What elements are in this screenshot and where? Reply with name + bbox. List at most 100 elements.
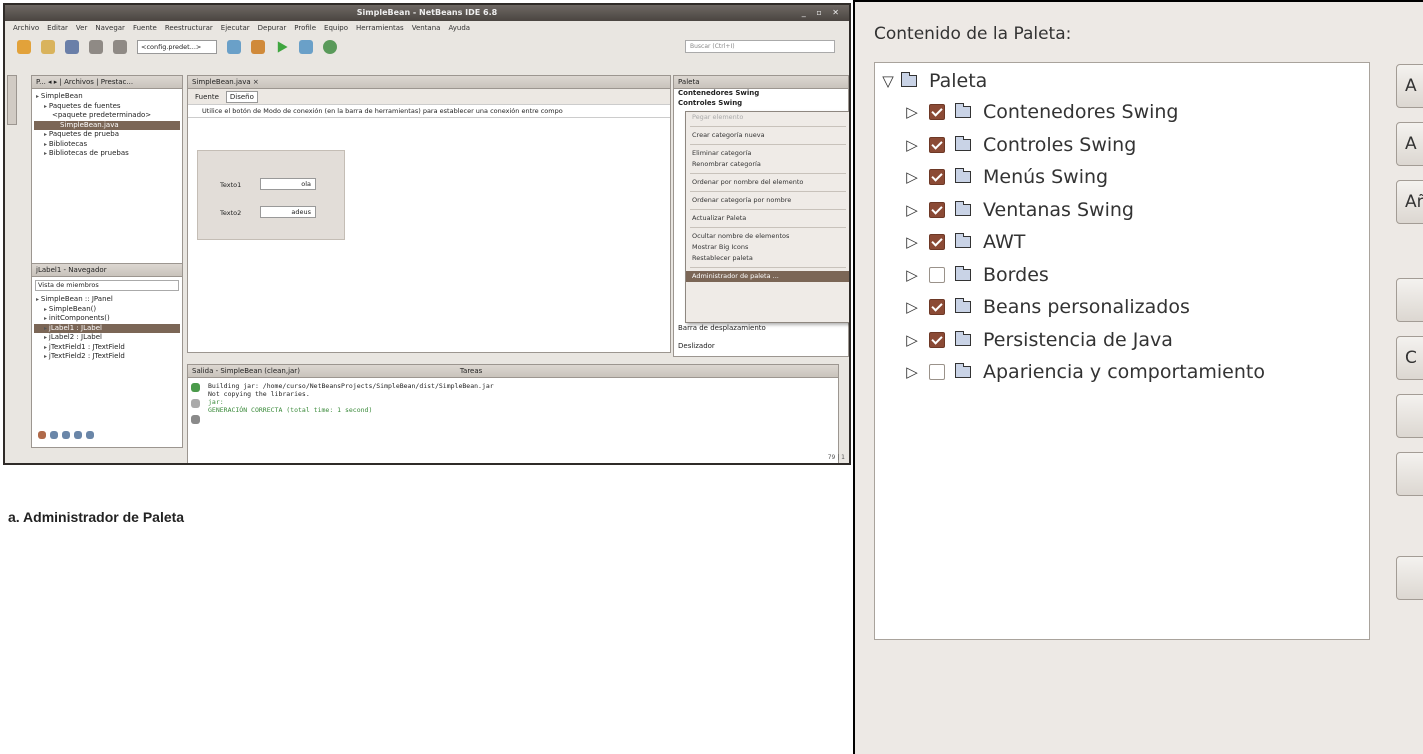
category-checkbox[interactable] (929, 201, 945, 218)
project-tree-node[interactable]: ▸ Paquetes de fuentes (34, 102, 180, 112)
palette-category-node[interactable]: ▷ Persistencia de Java (903, 327, 1173, 353)
output-title[interactable]: Salida - SimpleBean (clean,jar) (192, 365, 300, 377)
category-checkbox[interactable] (929, 169, 945, 185)
menu-item[interactable]: Navegar (95, 22, 125, 34)
dialog-side-button[interactable] (1396, 452, 1423, 496)
menu-item[interactable]: Reestructurar (165, 22, 213, 34)
project-tree-node[interactable]: ▸ Paquetes de prueba (34, 130, 180, 140)
navigator-tree-node[interactable]: ▸ jLabel2 : JLabel (34, 333, 180, 343)
category-checkbox[interactable] (929, 234, 945, 250)
category-checkbox[interactable] (929, 331, 945, 348)
debug-icon[interactable] (299, 40, 313, 54)
context-menu-item[interactable]: Eliminar categoría (686, 148, 849, 159)
palette-category-node[interactable]: ▷ Ventanas Swing (903, 197, 1134, 223)
palette-category[interactable]: Contenedores Swing (674, 89, 848, 99)
collapsed-triangle-icon[interactable]: ▷ (903, 363, 921, 381)
context-menu-item[interactable]: Crear categoría nueva (686, 130, 849, 141)
palette-category-node[interactable]: ▷ Contenedores Swing (903, 99, 1178, 125)
project-tree-node[interactable]: SimpleBean.java (34, 120, 180, 130)
dialog-side-button[interactable] (1396, 394, 1423, 438)
dialog-side-button[interactable] (1396, 556, 1423, 600)
menu-item[interactable]: Archivo (13, 22, 39, 34)
redo-icon[interactable] (113, 40, 127, 54)
palette-category-node[interactable]: ▷ AWT (903, 229, 1025, 255)
navigator-tree-node[interactable]: ▸ initComponents() (34, 314, 180, 324)
save-icon[interactable] (65, 40, 79, 54)
category-checkbox[interactable] (929, 104, 945, 120)
design-tab[interactable]: Diseño (225, 90, 258, 103)
collapsed-triangle-icon[interactable]: ▷ (903, 266, 921, 284)
dialog-side-button[interactable]: A (1396, 122, 1423, 166)
textfield-1[interactable]: ola (260, 178, 316, 190)
menu-item[interactable]: Profile (294, 22, 316, 34)
label-texto2[interactable]: Texto2 (220, 209, 241, 217)
project-tree-node[interactable]: ▸ SimpleBean (34, 92, 180, 102)
run-icon[interactable] (277, 41, 288, 53)
editor-tab[interactable]: SimpleBean.java × (188, 76, 670, 89)
menu-item[interactable]: Ejecutar (221, 22, 250, 34)
project-tree-node[interactable]: <paquete predeterminado> (34, 111, 180, 121)
expanded-triangle-icon[interactable]: ▽ (879, 72, 897, 90)
project-tree-node[interactable]: ▸ Bibliotecas de pruebas (34, 149, 180, 159)
stop-icon[interactable] (191, 399, 200, 408)
collapsed-triangle-icon[interactable]: ▷ (903, 298, 921, 316)
dialog-side-button[interactable]: Añ (1396, 180, 1423, 224)
undo-icon[interactable] (89, 40, 103, 54)
side-strip[interactable] (7, 75, 17, 125)
palette-item[interactable]: Deslizador (678, 342, 715, 352)
menu-item[interactable]: Equipo (324, 22, 348, 34)
source-tab[interactable]: Fuente (192, 92, 222, 102)
clean-build-icon[interactable] (251, 40, 265, 54)
textfield-2[interactable]: adeus (260, 206, 316, 218)
category-checkbox[interactable] (929, 299, 945, 315)
menu-item[interactable]: Editar (47, 22, 68, 34)
filter-icon[interactable] (38, 431, 46, 439)
window-controls[interactable]: _ ▫ ✕ (802, 5, 843, 21)
filter-icon[interactable] (62, 431, 70, 439)
context-menu-item[interactable]: Actualizar Paleta (686, 213, 849, 224)
filter-icon[interactable] (74, 431, 82, 439)
context-menu-item[interactable]: Mostrar Big Icons (686, 242, 849, 253)
palette-category-node[interactable]: ▷ Beans personalizados (903, 294, 1190, 320)
navigator-tree-node[interactable]: ▸ jTextField2 : JTextField (34, 352, 180, 362)
dialog-side-button[interactable]: C (1396, 336, 1423, 380)
open-project-icon[interactable] (41, 40, 55, 54)
filter-icon[interactable] (86, 431, 94, 439)
palette-category[interactable]: Controles Swing (674, 99, 848, 109)
collapsed-triangle-icon[interactable]: ▷ (903, 103, 921, 121)
context-menu-item[interactable]: Pegar elemento (686, 112, 849, 123)
category-checkbox[interactable] (929, 266, 945, 283)
label-texto1[interactable]: Texto1 (220, 181, 241, 189)
collapsed-triangle-icon[interactable]: ▷ (903, 136, 921, 154)
context-menu-item[interactable]: Renombrar categoría (686, 159, 849, 170)
navigator-tree-node[interactable]: ▸ SimpleBean :: JPanel (34, 295, 180, 305)
collapsed-triangle-icon[interactable]: ▷ (903, 233, 921, 251)
settings-icon[interactable] (191, 415, 200, 424)
context-menu-item[interactable]: Ordenar por nombre del elemento (686, 177, 849, 188)
menu-item[interactable]: Ventana (412, 22, 441, 34)
menu-item[interactable]: Depurar (258, 22, 287, 34)
collapsed-triangle-icon[interactable]: ▷ (903, 331, 921, 349)
context-menu-item[interactable]: Restablecer paleta (686, 253, 849, 264)
context-menu-item[interactable]: Ocultar nombre de elementos (686, 231, 849, 242)
new-project-icon[interactable] (17, 40, 31, 54)
profile-icon[interactable] (323, 40, 337, 54)
navigator-view-select[interactable]: Vista de miembros (35, 280, 179, 291)
config-select[interactable]: <config.predet...> (137, 40, 217, 54)
projects-tabs[interactable]: P... ◂ ▸ | Archivos | Prestac... (32, 76, 182, 89)
build-icon[interactable] (227, 40, 241, 54)
navigator-tree-node[interactable]: ▸ SimpleBean() (34, 305, 180, 315)
filter-icon[interactable] (50, 431, 58, 439)
navigator-tree-node[interactable]: ▸ jLabel1 : JLabel (34, 323, 180, 333)
collapsed-triangle-icon[interactable]: ▷ (903, 201, 921, 219)
palette-item[interactable]: Barra de desplazamiento (678, 324, 766, 334)
palette-root-node[interactable]: ▽ Paleta (879, 68, 987, 94)
palette-category-node[interactable]: ▷ Bordes (903, 262, 1049, 288)
palette-category-node[interactable]: ▷ Menús Swing (903, 164, 1108, 190)
menu-item[interactable]: Ver (76, 22, 87, 34)
project-tree-node[interactable]: ▸ Bibliotecas (34, 140, 180, 150)
menu-item[interactable]: Fuente (133, 22, 157, 34)
collapsed-triangle-icon[interactable]: ▷ (903, 168, 921, 186)
palette-category-node[interactable]: ▷ Apariencia y comportamiento (903, 359, 1265, 385)
category-checkbox[interactable] (929, 136, 945, 153)
